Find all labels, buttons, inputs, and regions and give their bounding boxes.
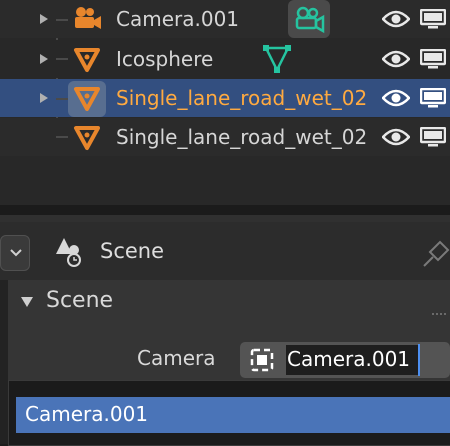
mesh-icon bbox=[74, 48, 100, 72]
mesh-data-icon[interactable] bbox=[262, 42, 292, 74]
mesh-icon bbox=[74, 87, 100, 111]
tree-branch bbox=[56, 19, 68, 21]
text-caret bbox=[418, 344, 420, 376]
camera-label: Camera bbox=[137, 346, 216, 370]
monitor-icon[interactable] bbox=[420, 127, 446, 147]
chevron-down-icon bbox=[10, 249, 22, 257]
dropdown-item-label[interactable]: Camera.001 bbox=[25, 402, 148, 426]
object-data-icon bbox=[250, 348, 274, 372]
panel-drag-handle[interactable] bbox=[432, 300, 448, 315]
outliner-item-name[interactable]: Single_lane_road_wet_02 bbox=[116, 86, 374, 110]
outliner-item-name[interactable]: Single_lane_road_wet_02 bbox=[116, 125, 374, 149]
tree-branch bbox=[56, 98, 68, 100]
outliner: Camera.001 Icosphere Single_lane_road_we… bbox=[0, 0, 450, 205]
eye-icon[interactable] bbox=[382, 88, 410, 108]
expand-triangle-icon[interactable] bbox=[40, 14, 48, 24]
mesh-icon bbox=[74, 126, 100, 150]
panel-title[interactable]: Scene bbox=[46, 288, 113, 313]
eye-icon[interactable] bbox=[382, 49, 410, 69]
collapse-triangle-icon[interactable] bbox=[20, 296, 34, 308]
camera-search-text[interactable]: Camera.001 bbox=[287, 347, 410, 371]
outliner-item-name[interactable]: Icosphere bbox=[116, 47, 213, 71]
scene-icon bbox=[56, 238, 81, 267]
camera-data-icon[interactable] bbox=[288, 0, 330, 38]
monitor-icon[interactable] bbox=[420, 88, 446, 108]
eye-icon[interactable] bbox=[382, 9, 410, 29]
expand-triangle-icon[interactable] bbox=[40, 93, 48, 103]
area-divider[interactable] bbox=[0, 205, 450, 215]
eye-icon[interactable] bbox=[382, 127, 410, 147]
properties-context-title: Scene bbox=[100, 239, 165, 263]
pin-icon[interactable] bbox=[420, 238, 450, 270]
outliner-item-name[interactable]: Camera.001 bbox=[116, 7, 239, 31]
properties-tab-strip bbox=[0, 280, 8, 444]
monitor-icon[interactable] bbox=[420, 49, 446, 69]
tree-branch bbox=[56, 58, 68, 60]
expand-triangle-icon[interactable] bbox=[40, 54, 48, 64]
monitor-icon[interactable] bbox=[420, 9, 446, 29]
editor-type-dropdown[interactable] bbox=[0, 235, 30, 271]
tree-branch bbox=[56, 136, 68, 138]
camera-icon bbox=[75, 7, 101, 29]
